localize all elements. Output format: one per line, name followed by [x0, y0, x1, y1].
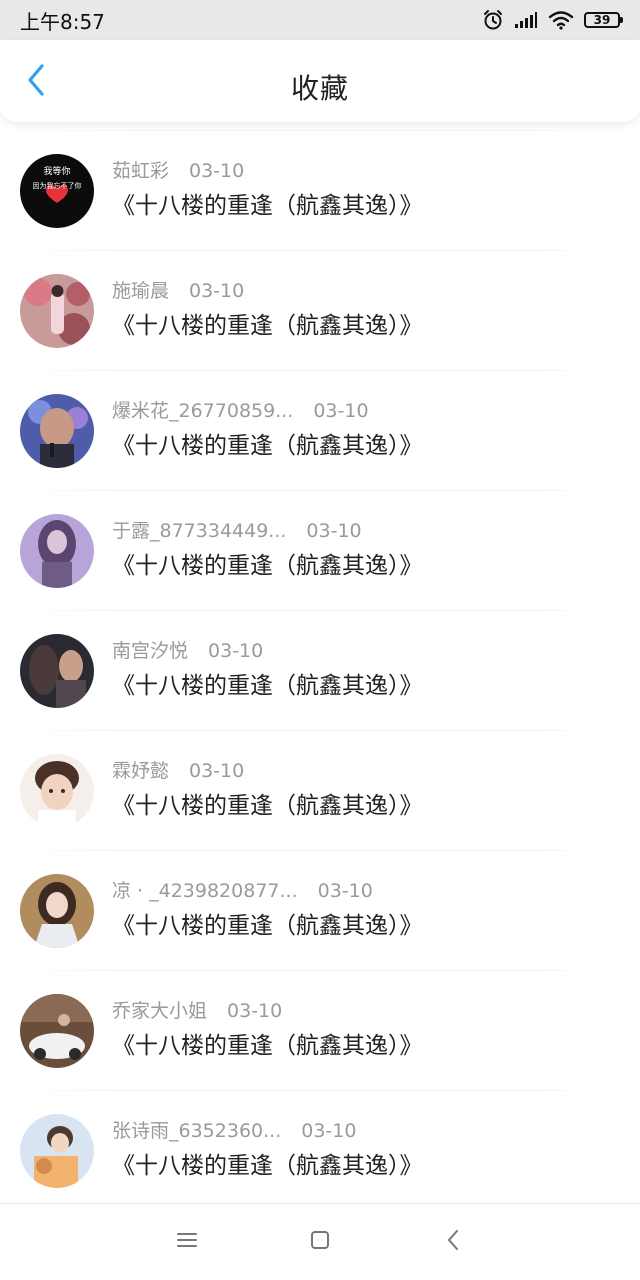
header: 收藏: [0, 40, 640, 122]
username[interactable]: 爆米花_26770859...: [112, 399, 293, 423]
date: 03-10: [189, 159, 245, 182]
status-icons: 39: [482, 9, 623, 31]
list-item[interactable]: 我等你 因为我忘不了你 茹虹彩 03-10 《十八楼的重逢（航鑫其逸）》: [0, 131, 640, 250]
status-bar: 上午8:57 39: [0, 0, 640, 40]
back-icon: [444, 1228, 462, 1256]
date: 03-10: [301, 1119, 357, 1142]
meta-line: 乔家大小姐 03-10: [112, 999, 612, 1023]
date: 03-10: [189, 759, 245, 782]
battery-icon: 39: [584, 12, 623, 28]
meta-line: 茹虹彩 03-10: [112, 159, 612, 183]
item-text: 于露_877334449... 03-10 《十八楼的重逢（航鑫其逸）》: [112, 519, 612, 583]
status-time: 上午8:57: [20, 9, 105, 34]
list-item[interactable]: 于露_877334449... 03-10 《十八楼的重逢（航鑫其逸）》: [0, 491, 640, 610]
battery-level: 39: [593, 13, 611, 27]
song-title[interactable]: 《十八楼的重逢（航鑫其逸）》: [112, 789, 612, 823]
song-title[interactable]: 《十八楼的重逢（航鑫其逸）》: [112, 669, 612, 703]
meta-line: 凉 · _4239820877... 03-10: [112, 879, 612, 903]
date: 03-10: [227, 999, 283, 1022]
avatar[interactable]: 我等你 因为我忘不了你: [20, 153, 94, 228]
song-title[interactable]: 《十八楼的重逢（航鑫其逸）》: [112, 309, 612, 343]
list-item[interactable]: 乔家大小姐 03-10 《十八楼的重逢（航鑫其逸）》: [0, 971, 640, 1090]
list-item[interactable]: 爆米花_26770859... 03-10 《十八楼的重逢（航鑫其逸）》: [0, 371, 640, 490]
item-text: 爆米花_26770859... 03-10 《十八楼的重逢（航鑫其逸）》: [112, 399, 612, 463]
username[interactable]: 茹虹彩: [112, 159, 169, 183]
avatar[interactable]: [20, 633, 94, 708]
song-title[interactable]: 《十八楼的重逢（航鑫其逸）》: [112, 429, 612, 463]
home-icon: [309, 1229, 331, 1255]
alarm-icon: [482, 9, 504, 31]
avatar[interactable]: [20, 273, 94, 348]
meta-line: 于露_877334449... 03-10: [112, 519, 612, 543]
song-title[interactable]: 《十八楼的重逢（航鑫其逸）》: [112, 549, 612, 583]
meta-line: 施瑜晨 03-10: [112, 279, 612, 303]
avatar[interactable]: [20, 1113, 94, 1188]
username[interactable]: 乔家大小姐: [112, 999, 207, 1023]
username[interactable]: 凉 · _4239820877...: [112, 879, 298, 903]
date: 03-10: [208, 639, 264, 662]
item-text: 施瑜晨 03-10 《十八楼的重逢（航鑫其逸）》: [112, 279, 612, 343]
item-text: 张诗雨_6352360... 03-10 《十八楼的重逢（航鑫其逸）》: [112, 1119, 612, 1183]
item-text: 南宫汐悦 03-10 《十八楼的重逢（航鑫其逸）》: [112, 639, 612, 703]
item-text: 乔家大小姐 03-10 《十八楼的重逢（航鑫其逸）》: [112, 999, 612, 1063]
username[interactable]: 于露_877334449...: [112, 519, 286, 543]
wifi-icon: [548, 10, 574, 30]
item-text: 茹虹彩 03-10 《十八楼的重逢（航鑫其逸）》: [112, 159, 612, 223]
avatar-text-1: 我等你: [43, 166, 71, 177]
system-nav-bar: [0, 1203, 640, 1280]
meta-line: 张诗雨_6352360... 03-10: [112, 1119, 612, 1143]
avatar[interactable]: [20, 873, 94, 948]
meta-line: 爆米花_26770859... 03-10: [112, 399, 612, 423]
signal-icon: [514, 11, 538, 29]
meta-line: 南宫汐悦 03-10: [112, 639, 612, 663]
avatar-text-2: 因为我忘不了你: [32, 181, 82, 190]
back-nav-button[interactable]: [429, 1218, 477, 1266]
list-item[interactable]: 张诗雨_6352360... 03-10 《十八楼的重逢（航鑫其逸）》: [0, 1091, 640, 1210]
username[interactable]: 南宫汐悦: [112, 639, 188, 663]
item-text: 霖妤懿 03-10 《十八楼的重逢（航鑫其逸）》: [112, 759, 612, 823]
item-text: 凉 · _4239820877... 03-10 《十八楼的重逢（航鑫其逸）》: [112, 879, 612, 943]
avatar[interactable]: [20, 393, 94, 468]
song-title[interactable]: 《十八楼的重逢（航鑫其逸）》: [112, 1029, 612, 1063]
list-item[interactable]: 南宫汐悦 03-10 《十八楼的重逢（航鑫其逸）》: [0, 611, 640, 730]
avatar[interactable]: [20, 993, 94, 1068]
list-item[interactable]: 凉 · _4239820877... 03-10 《十八楼的重逢（航鑫其逸）》: [0, 851, 640, 970]
song-title[interactable]: 《十八楼的重逢（航鑫其逸）》: [112, 189, 612, 223]
list-item[interactable]: 施瑜晨 03-10 《十八楼的重逢（航鑫其逸）》: [0, 251, 640, 370]
username[interactable]: 霖妤懿: [112, 759, 169, 783]
menu-button[interactable]: [163, 1218, 211, 1266]
avatar[interactable]: [20, 513, 94, 588]
username[interactable]: 施瑜晨: [112, 279, 169, 303]
date: 03-10: [313, 399, 369, 422]
date: 03-10: [317, 879, 373, 902]
page-title: 收藏: [290, 72, 349, 105]
meta-line: 霖妤懿 03-10: [112, 759, 612, 783]
date: 03-10: [306, 519, 362, 542]
menu-icon: [176, 1230, 198, 1254]
username[interactable]: 张诗雨_6352360...: [112, 1119, 281, 1143]
favorites-list: 我等你 因为我忘不了你 茹虹彩 03-10 《十八楼的重逢（航鑫其逸）》 施瑜晨…: [0, 130, 640, 1210]
date: 03-10: [189, 279, 245, 302]
home-button[interactable]: [296, 1218, 344, 1266]
avatar[interactable]: [20, 753, 94, 828]
song-title[interactable]: 《十八楼的重逢（航鑫其逸）》: [112, 909, 612, 943]
song-title[interactable]: 《十八楼的重逢（航鑫其逸）》: [112, 1149, 612, 1183]
list-item[interactable]: 霖妤懿 03-10 《十八楼的重逢（航鑫其逸）》: [0, 731, 640, 850]
